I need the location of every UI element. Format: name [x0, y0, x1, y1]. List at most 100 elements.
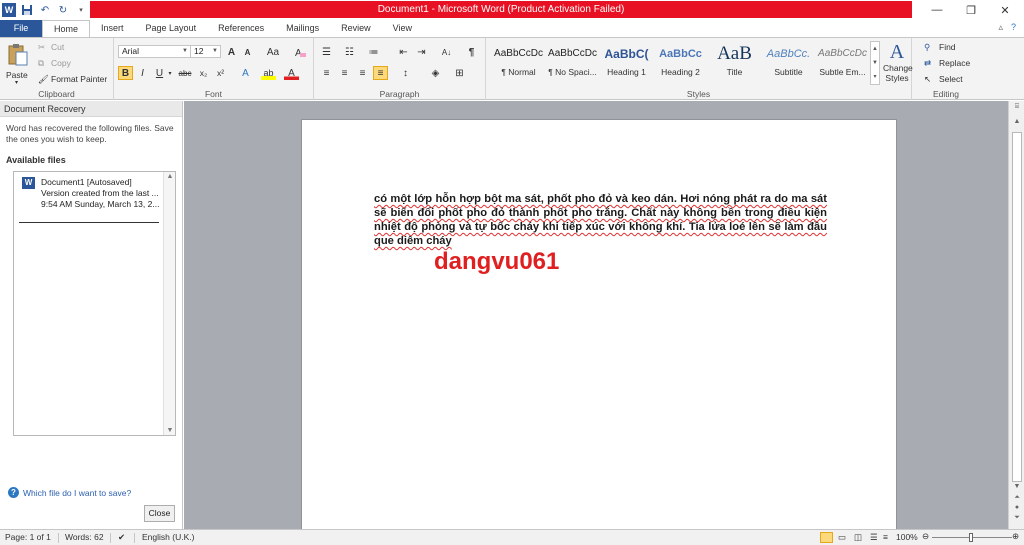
print-layout-icon[interactable]	[820, 532, 833, 543]
style-subtitle[interactable]: AaBbCc. Subtitle	[762, 41, 815, 85]
subscript-button[interactable]: x₂	[196, 66, 211, 80]
font-name-combo[interactable]: Arial ▼	[118, 45, 191, 58]
browse-object-icon[interactable]: ●	[1009, 504, 1024, 511]
word-count[interactable]: Words: 62	[65, 532, 104, 542]
highlight-button[interactable]: ab	[261, 66, 276, 80]
document-page[interactable]: có một lớp hỗn hợp bột ma sát, phốt pho …	[301, 119, 897, 529]
status-bar: Page: 1 of 1 Words: 62 ✔ English (U.K.) …	[0, 529, 1024, 545]
grow-font-button[interactable]: A	[224, 45, 239, 59]
ribbon-controls: ▵ ?	[998, 22, 1016, 33]
tab-file[interactable]: File	[0, 20, 42, 37]
zoom-slider-handle[interactable]	[969, 533, 973, 542]
tab-mailings[interactable]: Mailings	[275, 20, 330, 37]
full-screen-reading-icon[interactable]: ▭	[838, 532, 846, 543]
close-pane-button[interactable]: Close	[144, 505, 175, 522]
style-subtle-emphasis[interactable]: AaBbCcDc Subtle Em...	[816, 41, 869, 85]
find-button[interactable]: Find	[939, 42, 956, 52]
italic-button[interactable]: I	[135, 66, 150, 80]
tab-home[interactable]: Home	[42, 20, 91, 37]
tab-insert[interactable]: Insert	[90, 20, 135, 37]
sort-button[interactable]: A↓	[439, 45, 454, 59]
zoom-slider[interactable]	[932, 533, 1012, 542]
zoom-in-icon[interactable]: ⊕	[1012, 531, 1019, 542]
previous-page-icon[interactable]: ⏶	[1009, 494, 1024, 502]
tab-view[interactable]: View	[382, 20, 423, 37]
text-effects-button[interactable]: A	[238, 66, 253, 80]
tab-page-layout[interactable]: Page Layout	[135, 20, 208, 37]
justify-icon[interactable]: ≡	[373, 66, 388, 80]
tab-references[interactable]: References	[207, 20, 275, 37]
borders-icon[interactable]: ⊞	[452, 66, 467, 80]
show-formatting-button[interactable]: ¶	[464, 45, 479, 59]
outline-icon[interactable]: ☰	[870, 532, 878, 543]
vertical-scrollbar[interactable]: ⌸ ▲ ▼ ⏶ ● ⏷	[1008, 101, 1024, 529]
change-case-button[interactable]: Aa	[263, 45, 283, 59]
style-heading-1[interactable]: AaBbC( Heading 1	[600, 41, 653, 85]
bold-button[interactable]: B	[118, 66, 133, 80]
redo-icon[interactable]: ↻	[56, 3, 70, 17]
proofing-icon[interactable]: ✔	[118, 532, 125, 543]
zoom-level[interactable]: 100%	[896, 532, 918, 542]
zoom-out-icon[interactable]: ⊖	[922, 531, 929, 542]
multilevel-list-icon[interactable]: ≔	[366, 45, 381, 59]
help-icon[interactable]: ?	[1011, 22, 1016, 33]
increase-indent-icon[interactable]: ⇥	[414, 45, 429, 59]
font-color-button[interactable]: A	[284, 66, 299, 80]
underline-dropdown-icon[interactable]: ▾	[166, 66, 174, 80]
font-size-combo[interactable]: 12 ▼	[190, 45, 221, 58]
web-layout-icon[interactable]: ◫	[854, 532, 862, 543]
style-heading-2[interactable]: AaBbCc Heading 2	[654, 41, 707, 85]
draft-icon[interactable]: ≡	[883, 532, 888, 542]
scroll-down-icon[interactable]: ▼	[1009, 483, 1024, 490]
minimize-ribbon-icon[interactable]: ▵	[998, 22, 1003, 33]
customize-qat-icon[interactable]: ▾	[74, 3, 88, 17]
save-icon[interactable]	[20, 3, 34, 17]
align-right-icon[interactable]: ≡	[355, 66, 370, 80]
style-no-spacing[interactable]: AaBbCcDc ¶ No Spaci...	[546, 41, 599, 85]
change-styles-button[interactable]: A Change Styles	[883, 41, 913, 85]
copy-button[interactable]: Copy	[51, 58, 71, 68]
scroll-up-icon[interactable]: ▲	[164, 173, 176, 180]
minimize-button[interactable]: —	[920, 0, 954, 20]
restore-button[interactable]: ❐	[954, 0, 988, 20]
style-normal[interactable]: AaBbCcDc ¶ Normal	[492, 41, 545, 85]
cut-button[interactable]: Cut	[51, 42, 64, 52]
undo-icon[interactable]: ↶	[38, 3, 52, 17]
shading-icon[interactable]: ◈	[428, 66, 443, 80]
bullets-icon[interactable]: ☰	[319, 45, 334, 59]
scroll-down-icon[interactable]: ▼	[164, 427, 176, 434]
scroll-up-icon[interactable]: ▲	[1009, 118, 1024, 125]
clear-formatting-icon[interactable]: A	[292, 45, 307, 59]
superscript-button[interactable]: x²	[213, 66, 228, 80]
document-body-text[interactable]: có một lớp hỗn hợp bột ma sát, phốt pho …	[374, 192, 827, 248]
numbering-icon[interactable]: ☷	[342, 45, 357, 59]
which-file-link[interactable]: Which file do I want to save?	[23, 488, 131, 498]
recovered-file-item[interactable]: W Document1 [Autosaved] Version created …	[14, 174, 162, 223]
close-window-button[interactable]: ✕	[988, 0, 1022, 20]
format-painter-button[interactable]: Format Painter	[51, 74, 107, 84]
shrink-font-button[interactable]: A	[240, 45, 255, 59]
paste-button[interactable]: Paste ▾	[4, 41, 32, 86]
replace-button[interactable]: Replace	[939, 58, 970, 68]
strikethrough-button[interactable]: abc	[176, 66, 194, 80]
paste-dropdown-icon[interactable]: ▾	[15, 79, 18, 86]
line-spacing-icon[interactable]: ↕	[398, 66, 413, 80]
underline-button[interactable]: U	[152, 66, 167, 80]
style-title[interactable]: AaB Title	[708, 41, 761, 85]
decrease-indent-icon[interactable]: ⇤	[396, 45, 411, 59]
scroll-thumb[interactable]	[1012, 132, 1022, 482]
tab-review[interactable]: Review	[330, 20, 382, 37]
select-button[interactable]: Select	[939, 74, 963, 84]
align-left-icon[interactable]: ≡	[319, 66, 334, 80]
page-indicator[interactable]: Page: 1 of 1	[5, 532, 51, 542]
language-indicator[interactable]: English (U.K.)	[142, 532, 194, 542]
font-group-label: Font	[204, 89, 222, 99]
next-page-icon[interactable]: ⏷	[1009, 514, 1024, 522]
clipboard-group: Paste ▾ ✂ Cut ⧉ Copy 🖌 Format Painter Cl…	[0, 38, 114, 100]
styles-scroll[interactable]: ▲ ▼ ▾	[870, 41, 880, 85]
word-logo-icon: W	[2, 3, 16, 17]
help-link-row[interactable]: ? Which file do I want to save?	[8, 487, 131, 498]
file-list-scrollbar[interactable]: ▲ ▼	[163, 172, 175, 435]
view-ruler-icon[interactable]: ⌸	[1009, 103, 1024, 111]
align-center-icon[interactable]: ≡	[337, 66, 352, 80]
